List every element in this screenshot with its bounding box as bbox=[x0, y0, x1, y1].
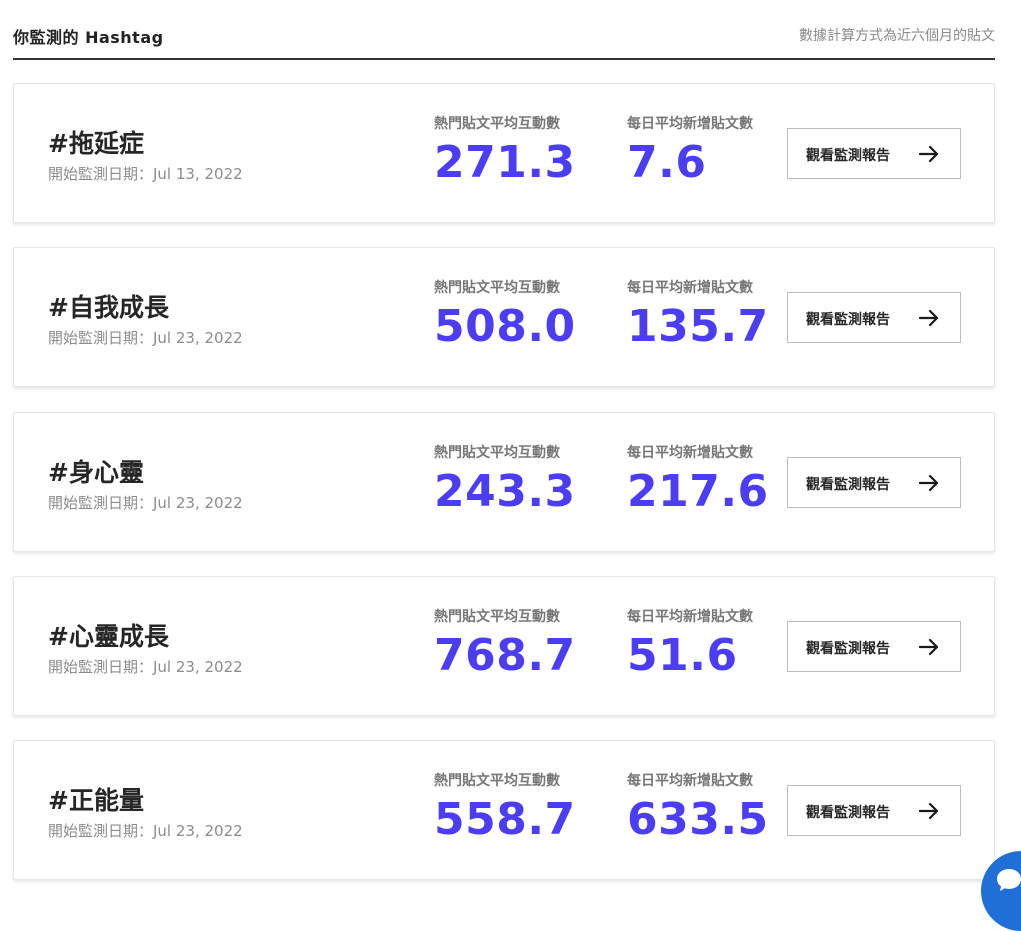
arrow-right-icon bbox=[919, 802, 939, 820]
arrow-right-icon bbox=[919, 145, 939, 163]
monitor-start-date: 開始監測日期：Jul 13, 2022 bbox=[48, 165, 243, 183]
arrow-right-icon bbox=[919, 309, 939, 327]
view-report-button[interactable]: 觀看監測報告 bbox=[787, 785, 961, 836]
daily-new-posts-value: 135.7 bbox=[627, 301, 769, 352]
chat-icon bbox=[997, 869, 1021, 891]
view-report-label: 觀看監測報告 bbox=[806, 148, 890, 164]
monitor-start-date: 開始監測日期：Jul 23, 2022 bbox=[48, 658, 243, 676]
arrow-right-icon bbox=[919, 638, 939, 656]
hashtag-card: #拖延症 開始監測日期：Jul 13, 2022 熱門貼文平均互動數 271.3… bbox=[13, 83, 995, 223]
avg-engagement-label: 熱門貼文平均互動數 bbox=[434, 773, 560, 789]
view-report-button[interactable]: 觀看監測報告 bbox=[787, 128, 961, 179]
daily-new-posts-value: 217.6 bbox=[627, 466, 769, 517]
daily-new-posts-value: 7.6 bbox=[627, 137, 707, 188]
page-title: 你監測的 Hashtag bbox=[13, 28, 164, 47]
avg-engagement-value: 271.3 bbox=[434, 137, 576, 188]
hashtag-card: #身心靈 開始監測日期：Jul 23, 2022 熱門貼文平均互動數 243.3… bbox=[13, 412, 995, 552]
hashtag-name: #身心靈 bbox=[48, 458, 144, 487]
avg-engagement-label: 熱門貼文平均互動數 bbox=[434, 609, 560, 625]
daily-new-posts-value: 633.5 bbox=[627, 794, 769, 845]
avg-engagement-value: 508.0 bbox=[434, 301, 576, 352]
hashtag-name: #正能量 bbox=[48, 786, 144, 815]
data-calculation-note: 數據計算方式為近六個月的貼文 bbox=[799, 28, 995, 44]
monitor-start-date: 開始監測日期：Jul 23, 2022 bbox=[48, 329, 243, 347]
view-report-label: 觀看監測報告 bbox=[806, 805, 890, 821]
view-report-button[interactable]: 觀看監測報告 bbox=[787, 621, 961, 672]
hashtag-name: #拖延症 bbox=[48, 129, 144, 158]
daily-new-posts-label: 每日平均新增貼文數 bbox=[627, 116, 753, 132]
hashtag-name: #心靈成長 bbox=[48, 622, 169, 651]
monitor-start-date: 開始監測日期：Jul 23, 2022 bbox=[48, 822, 243, 840]
daily-new-posts-label: 每日平均新增貼文數 bbox=[627, 773, 753, 789]
monitor-start-date: 開始監測日期：Jul 23, 2022 bbox=[48, 494, 243, 512]
view-report-button[interactable]: 觀看監測報告 bbox=[787, 457, 961, 508]
avg-engagement-label: 熱門貼文平均互動數 bbox=[434, 445, 560, 461]
hashtag-card: #心靈成長 開始監測日期：Jul 23, 2022 熱門貼文平均互動數 768.… bbox=[13, 576, 995, 716]
avg-engagement-value: 243.3 bbox=[434, 466, 576, 517]
arrow-right-icon bbox=[919, 474, 939, 492]
view-report-label: 觀看監測報告 bbox=[806, 477, 890, 493]
hashtag-name: #自我成長 bbox=[48, 293, 169, 322]
page-header: 你監測的 Hashtag 數據計算方式為近六個月的貼文 bbox=[13, 0, 995, 60]
hashtag-card: #正能量 開始監測日期：Jul 23, 2022 熱門貼文平均互動數 558.7… bbox=[13, 740, 995, 880]
daily-new-posts-label: 每日平均新增貼文數 bbox=[627, 445, 753, 461]
daily-new-posts-value: 51.6 bbox=[627, 630, 738, 681]
view-report-button[interactable]: 觀看監測報告 bbox=[787, 292, 961, 343]
hashtag-card: #自我成長 開始監測日期：Jul 23, 2022 熱門貼文平均互動數 508.… bbox=[13, 247, 995, 387]
view-report-label: 觀看監測報告 bbox=[806, 641, 890, 657]
avg-engagement-value: 558.7 bbox=[434, 794, 576, 845]
daily-new-posts-label: 每日平均新增貼文數 bbox=[627, 609, 753, 625]
view-report-label: 觀看監測報告 bbox=[806, 312, 890, 328]
avg-engagement-label: 熱門貼文平均互動數 bbox=[434, 280, 560, 296]
avg-engagement-label: 熱門貼文平均互動數 bbox=[434, 116, 560, 132]
avg-engagement-value: 768.7 bbox=[434, 630, 576, 681]
daily-new-posts-label: 每日平均新增貼文數 bbox=[627, 280, 753, 296]
